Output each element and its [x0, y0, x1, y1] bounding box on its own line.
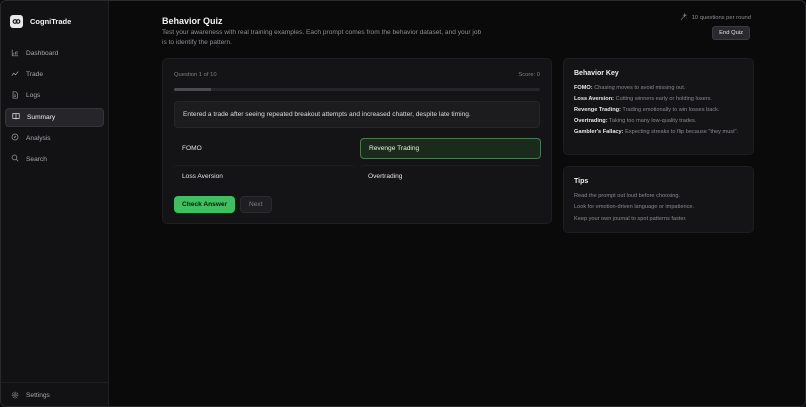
book-icon — [12, 112, 20, 122]
option-overtrading[interactable]: Overtrading — [360, 165, 541, 186]
compass-icon — [11, 133, 19, 143]
sidebar-item-settings[interactable]: Settings — [5, 386, 104, 405]
sidebar-nav: Dashboard Trade Logs Summary Analysis Se… — [1, 44, 108, 169]
question-counter: Question 1 of 10 — [174, 72, 217, 78]
prompt-text: Entered a trade after seeing repeated br… — [183, 111, 471, 118]
quiz-card: Question 1 of 10 Score: 0 Entered a trad… — [162, 58, 552, 224]
check-answer-button[interactable]: Check Answer — [174, 196, 236, 213]
sidebar-item-analysis[interactable]: Analysis — [5, 129, 104, 148]
round-info-text: 10 questions per round — [691, 15, 751, 21]
sidebar-item-label: Trade — [26, 71, 43, 79]
list-item: Overtrading: Taking too many low-quality… — [574, 118, 697, 125]
tips-title: Tips — [574, 178, 589, 185]
option-label: Revenge Trading — [369, 145, 420, 152]
sidebar-item-logs[interactable]: Logs — [5, 86, 104, 105]
list-item: FOMO: Chasing moves to avoid missing out… — [574, 85, 686, 91]
end-quiz-button[interactable]: End Quiz — [712, 26, 750, 40]
sidebar-item-trade[interactable]: Trade — [5, 65, 104, 84]
logo-icon — [10, 14, 23, 28]
app-window: CogniTrade Dashboard Trade Logs Summary … — [0, 0, 806, 407]
option-loss-aversion[interactable]: Loss Aversion — [174, 165, 355, 186]
question-prompt: Entered a trade after seeing repeated br… — [174, 101, 540, 128]
option-label: Loss Aversion — [182, 172, 223, 180]
sidebar-item-search[interactable]: Search — [5, 150, 104, 169]
tips-card: Tips Read the prompt out loud before cho… — [563, 166, 754, 233]
option-label: Overtrading — [368, 172, 403, 180]
file-icon — [11, 91, 19, 101]
sidebar-item-label: Dashboard — [26, 50, 59, 57]
option-label: FOMO — [182, 145, 202, 152]
sidebar-item-summary[interactable]: Summary — [5, 107, 104, 127]
trend-icon — [11, 70, 19, 80]
sidebar-item-label: Logs — [26, 92, 41, 100]
sidebar-item-label: Search — [26, 155, 47, 163]
gear-icon — [11, 391, 19, 401]
search-icon — [11, 154, 19, 164]
next-button[interactable]: Next — [240, 196, 272, 213]
list-item: Loss Aversion: Cutting winners early or … — [574, 96, 712, 103]
behavior-key-list: FOMO: Chasing moves to avoid missing out… — [574, 85, 743, 140]
behavior-key-card: Behavior Key FOMO: Chasing moves to avoi… — [563, 58, 754, 155]
brand[interactable]: CogniTrade — [1, 1, 108, 31]
round-info: 10 questions per round — [680, 12, 751, 23]
sidebar-item-label: Summary — [27, 113, 56, 121]
chart-icon — [11, 49, 19, 59]
tips-list: Read the prompt out loud before choosing… — [574, 193, 743, 227]
progress-bar — [174, 88, 540, 91]
score-display: Score: 0 — [518, 72, 540, 78]
behavior-key-title: Behavior Key — [574, 70, 619, 77]
app-name: CogniTrade — [30, 16, 72, 26]
main-content: Behavior Quiz Test your awareness with r… — [109, 1, 805, 406]
list-item: Revenge Trading: Trading emotionally to … — [574, 107, 720, 114]
list-item: Gambler's Fallacy: Expecting streaks to … — [574, 129, 739, 136]
sidebar-footer: Settings — [1, 382, 108, 406]
list-item: Read the prompt out loud before choosing… — [574, 193, 681, 199]
sidebar-item-label: Analysis — [26, 134, 51, 142]
option-revenge-trading[interactable]: Revenge Trading — [360, 138, 541, 159]
page-subtitle: Test your awareness with real training e… — [162, 29, 482, 46]
progress-fill — [174, 88, 211, 91]
sparkle-icon — [680, 12, 688, 23]
option-fomo[interactable]: FOMO — [174, 138, 355, 159]
sidebar-item-dashboard[interactable]: Dashboard — [5, 44, 104, 63]
page-title: Behavior Quiz — [162, 16, 223, 26]
sidebar-item-label: Settings — [26, 392, 50, 399]
sidebar: CogniTrade Dashboard Trade Logs Summary … — [1, 1, 109, 406]
list-item: Keep your own journal to spot patterns f… — [574, 215, 687, 222]
list-item: Look for emotion-driven language or impa… — [574, 204, 695, 211]
